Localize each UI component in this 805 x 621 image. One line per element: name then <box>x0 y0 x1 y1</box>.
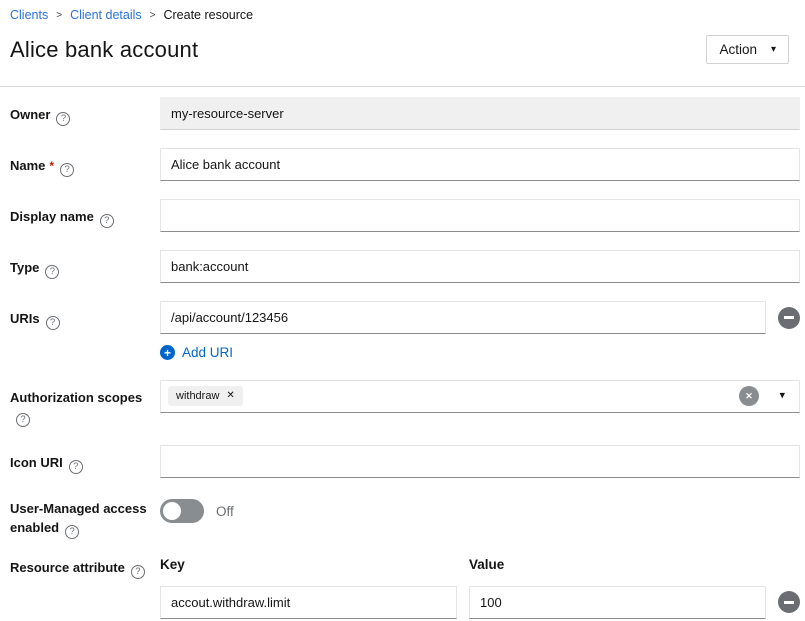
clear-all-icon[interactable]: ✕ <box>739 386 759 406</box>
attribute-key-input[interactable] <box>160 586 457 619</box>
resource-attribute-label-text: Resource attribute <box>10 560 125 575</box>
type-label: Type? <box>10 250 160 279</box>
help-icon[interactable]: ? <box>16 413 30 427</box>
help-icon[interactable]: ? <box>60 163 74 177</box>
breadcrumb-clients[interactable]: Clients <box>10 8 48 22</box>
display-name-control <box>160 199 800 232</box>
owner-input <box>160 97 800 130</box>
plus-circle-icon: + <box>160 345 175 360</box>
authorization-scopes-control: withdraw ✕ ✕ ▾ <box>160 380 800 413</box>
name-label-text: Name <box>10 158 45 173</box>
uri-input[interactable] <box>160 301 766 334</box>
uma-label: User-Managed access enabled? <box>10 496 160 539</box>
uri-input-row <box>160 301 800 334</box>
remove-attribute-button[interactable] <box>778 591 800 613</box>
uma-toggle-switch[interactable] <box>160 499 204 523</box>
chevron-down-icon[interactable]: ▾ <box>779 391 785 402</box>
uma-toggle-state: Off <box>216 504 234 519</box>
action-dropdown-button[interactable]: Action ▾ <box>706 35 789 64</box>
display-name-label-text: Display name <box>10 209 94 224</box>
attribute-grid: Key Value <box>160 557 800 619</box>
close-icon[interactable]: ✕ <box>226 391 234 401</box>
help-icon[interactable]: ? <box>131 565 145 579</box>
create-resource-page: Clients > Client details > Create resour… <box>0 0 805 621</box>
attribute-value-header: Value <box>469 557 766 572</box>
uris-row: URIs? + Add URI <box>10 301 800 362</box>
add-uri-button[interactable]: + Add URI <box>160 345 233 360</box>
uris-label-text: URIs <box>10 311 40 326</box>
owner-row: Owner? <box>10 97 800 130</box>
page-header: Alice bank account Action ▾ <box>0 22 805 64</box>
action-dropdown-label: Action <box>719 42 757 57</box>
uma-toggle-row: Off <box>160 496 800 523</box>
icon-uri-input[interactable] <box>160 445 800 478</box>
name-row: Name *? <box>10 148 800 181</box>
icon-uri-label-text: Icon URI <box>10 455 63 470</box>
type-label-text: Type <box>10 260 39 275</box>
owner-label: Owner? <box>10 97 160 126</box>
scope-chip: withdraw ✕ <box>168 386 243 406</box>
icon-uri-label: Icon URI? <box>10 445 160 474</box>
uma-label-line1: User-Managed access <box>10 500 160 519</box>
authorization-scopes-label: Authorization scopes? <box>10 380 160 428</box>
resource-form: Owner? Name *? Display name? <box>0 87 805 619</box>
display-name-label: Display name? <box>10 199 160 228</box>
owner-control <box>160 97 800 130</box>
scopes-multiselect-input[interactable]: withdraw ✕ ✕ ▾ <box>160 380 800 413</box>
help-icon[interactable]: ? <box>65 525 79 539</box>
attribute-value-input[interactable] <box>469 586 766 619</box>
type-control <box>160 250 800 283</box>
uma-label-line2-text: enabled <box>10 520 59 535</box>
remove-uri-button[interactable] <box>778 307 800 329</box>
attribute-key-header: Key <box>160 557 457 572</box>
uma-label-line2: enabled? <box>10 519 160 539</box>
page-title: Alice bank account <box>10 37 198 63</box>
icon-uri-control <box>160 445 800 478</box>
toggle-knob <box>163 502 181 520</box>
help-icon[interactable]: ? <box>100 214 114 228</box>
display-name-input[interactable] <box>160 199 800 232</box>
name-label: Name *? <box>10 148 160 177</box>
breadcrumb-separator-icon: > <box>56 10 62 21</box>
scope-chip-label: withdraw <box>176 390 219 402</box>
type-input[interactable] <box>160 250 800 283</box>
breadcrumb-client-details[interactable]: Client details <box>70 8 142 22</box>
authorization-scopes-label-text: Authorization scopes <box>10 390 142 405</box>
display-name-row: Display name? <box>10 199 800 232</box>
breadcrumb-create-resource: Create resource <box>163 8 253 22</box>
breadcrumb: Clients > Client details > Create resour… <box>0 0 805 22</box>
uris-control: + Add URI <box>160 301 800 362</box>
type-row: Type? <box>10 250 800 283</box>
help-icon[interactable]: ? <box>46 316 60 330</box>
uma-control: Off <box>160 496 800 523</box>
required-asterisk: * <box>49 159 54 173</box>
name-input[interactable] <box>160 148 800 181</box>
chevron-down-icon: ▾ <box>771 45 776 55</box>
icon-uri-row: Icon URI? <box>10 445 800 478</box>
help-icon[interactable]: ? <box>69 460 83 474</box>
owner-label-text: Owner <box>10 107 50 122</box>
uma-row: User-Managed access enabled? Off <box>10 496 800 539</box>
resource-attribute-row: Resource attribute? Key Value <box>10 557 800 619</box>
uris-label: URIs? <box>10 301 160 330</box>
authorization-scopes-row: Authorization scopes? withdraw ✕ ✕ ▾ <box>10 380 800 428</box>
help-icon[interactable]: ? <box>56 112 70 126</box>
resource-attribute-label: Resource attribute? <box>10 557 160 579</box>
add-uri-label: Add URI <box>182 345 233 360</box>
name-control <box>160 148 800 181</box>
breadcrumb-separator-icon: > <box>150 10 156 21</box>
resource-attribute-control: Key Value <box>160 557 800 619</box>
help-icon[interactable]: ? <box>45 265 59 279</box>
